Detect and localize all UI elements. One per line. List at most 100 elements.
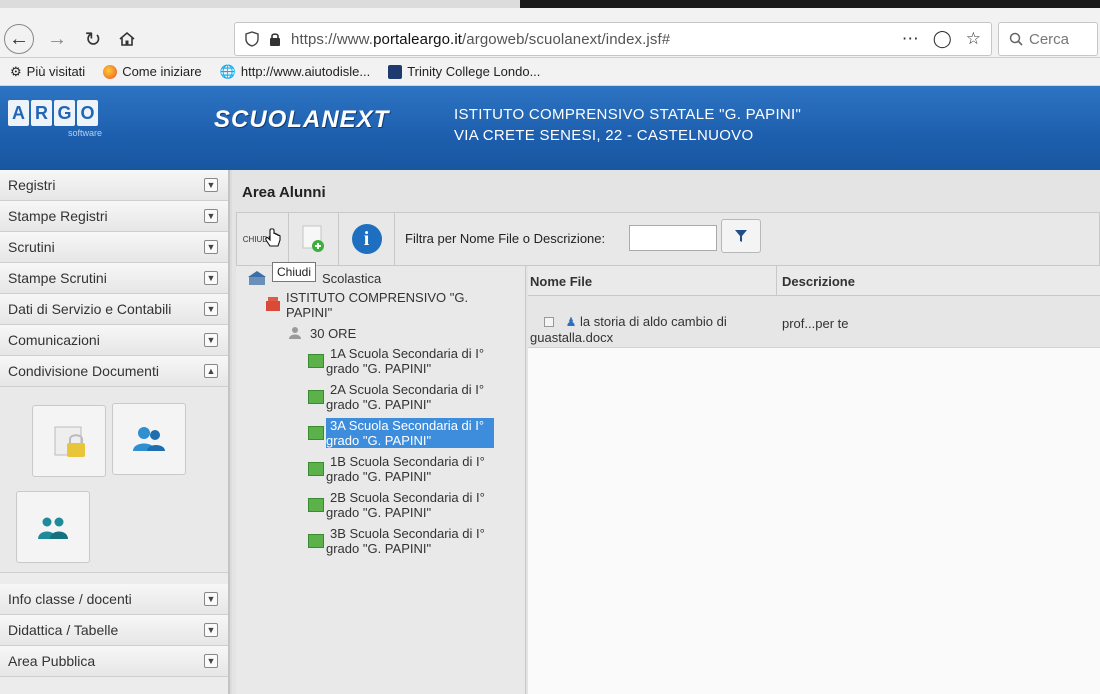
class-icon <box>308 498 324 512</box>
collapse-icon[interactable]: ▲ <box>204 364 218 378</box>
tree-root[interactable]: Scolastica <box>322 271 381 286</box>
home-icon <box>119 31 135 46</box>
user-icon: ♟ <box>565 315 577 329</box>
tree-class-2b[interactable]: 2B Scuola Secondaria di I° grado "G. PAP… <box>326 490 506 520</box>
bookmarks-bar: ⚙ Più visitati Come iniziare 🌐 http://ww… <box>0 58 1100 86</box>
home-button[interactable] <box>112 24 142 54</box>
lock-icon <box>270 33 280 46</box>
expand-icon[interactable]: ▼ <box>204 654 218 668</box>
filter-input[interactable] <box>629 225 717 251</box>
sidebar-item-registri[interactable]: Registri ▼ <box>0 170 228 201</box>
globe-icon: 🌐 <box>219 63 236 79</box>
school-name: ISTITUTO COMPRENSIVO STATALE "G. PAPINI" <box>454 106 802 123</box>
institute-icon <box>266 297 280 311</box>
sidebar: Registri ▼ Stampe Registri ▼ Scrutini ▼ Sta… <box>0 170 230 694</box>
tooltip: Chiudi <box>272 262 317 282</box>
sidebar-item-didattica[interactable]: Didattica / Tabelle ▼ <box>0 615 228 646</box>
bookmark-getting-started[interactable]: Come iniziare <box>103 64 202 79</box>
class-icon <box>308 426 324 440</box>
bookmark-trinity[interactable]: Trinity College Londo... <box>388 64 540 79</box>
search-icon <box>1009 32 1023 46</box>
sidebar-item-area-pubblica[interactable]: Area Pubblica ▼ <box>0 646 228 677</box>
add-button[interactable] <box>289 213 339 265</box>
expand-icon[interactable]: ▼ <box>204 623 218 637</box>
expand-icon[interactable]: ▼ <box>204 271 218 285</box>
tree-class-2a[interactable]: 2A Scuola Secondaria di I° grado "G. PAP… <box>326 382 506 412</box>
search-box[interactable]: Cerca <box>998 22 1098 56</box>
tree-class-1b[interactable]: 1B Scuola Secondaria di I° grado "G. PAP… <box>326 454 506 484</box>
tile-locked-documents[interactable] <box>32 405 106 477</box>
shield-icon <box>245 31 259 47</box>
sidebar-item-stampe-scrutini[interactable]: Stampe Scrutini ▼ <box>0 263 228 294</box>
locked-folder-icon <box>54 426 85 457</box>
file-description: prof...per te <box>782 316 849 331</box>
pocket-icon[interactable]: ◯ <box>933 29 952 49</box>
class-icon <box>308 390 324 404</box>
school-icon <box>248 271 266 285</box>
main-panel: Area Alunni CHIUDI i Filtra per Nome Fil… <box>232 170 1100 694</box>
trinity-icon <box>388 64 403 79</box>
sidebar-item-scrutini[interactable]: Scrutini ▼ <box>0 232 228 263</box>
expand-icon[interactable]: ▼ <box>204 302 218 316</box>
url-text: https://www.portaleargo.it/argoweb/scuol… <box>291 30 671 48</box>
group-icon <box>38 517 68 539</box>
tree-class-1a[interactable]: 1A Scuola Secondaria di I° grado "G. PAP… <box>326 346 506 376</box>
bookmark-most-visited[interactable]: ⚙ Più visitati <box>10 64 85 80</box>
expand-icon[interactable]: ▼ <box>204 240 218 254</box>
expand-icon[interactable]: ▼ <box>204 333 218 347</box>
forward-button[interactable]: → <box>42 24 72 54</box>
file-name: ♟ la storia di aldo cambio di guastalla.… <box>530 314 727 345</box>
file-list: Nome File Descrizione ♟ la storia di ald… <box>528 266 1100 694</box>
sidebar-item-stampe-registri[interactable]: Stampe Registri ▼ <box>0 201 228 232</box>
app-header: A R G O software SCUOLANEXT ISTITUTO COM… <box>0 86 1100 170</box>
expand-icon[interactable]: ▼ <box>204 209 218 223</box>
filter-button[interactable] <box>721 219 761 253</box>
expand-icon[interactable]: ▼ <box>204 178 218 192</box>
bookmark-aiutodisle[interactable]: 🌐 http://www.aiutodisle... <box>220 64 371 80</box>
table-row[interactable]: ♟ la storia di aldo cambio di guastalla.… <box>528 296 1100 348</box>
argo-logo[interactable]: A R G O software <box>8 100 104 146</box>
tree-class-3a[interactable]: 3A Scuola Secondaria di I° grado "G. PAP… <box>326 418 494 448</box>
class-icon <box>308 534 324 548</box>
folder-tree: Scolastica ISTITUTO COMPRENSIVO "G. PAPI… <box>236 266 526 694</box>
sidebar-item-dati-servizio[interactable]: Dati di Servizio e Contabili ▼ <box>0 294 228 325</box>
row-checkbox-icon[interactable] <box>544 317 554 327</box>
toolbar: CHIUDI i Filtra per Nome File o Descrizi… <box>236 212 1100 266</box>
users-icon <box>133 427 165 451</box>
browser-toolbar: ← → ↻ https://www.portaleargo.it/argoweb… <box>0 8 1100 58</box>
close-button[interactable]: CHIUDI <box>237 213 289 265</box>
page-title: Area Alunni <box>242 184 326 201</box>
expand-icon[interactable]: ▼ <box>204 592 218 606</box>
bookmark-star-icon[interactable]: ☆ <box>966 29 981 49</box>
sidebar-item-comunicazioni[interactable]: Comunicazioni ▼ <box>0 325 228 356</box>
product-name: SCUOLANEXT <box>214 106 390 133</box>
school-info: ISTITUTO COMPRENSIVO STATALE "G. PAPINI"… <box>454 104 801 146</box>
sidebar-item-info-classe[interactable]: Info classe / docenti ▼ <box>0 584 228 615</box>
tree-group[interactable]: 30 ORE <box>310 326 356 341</box>
class-icon <box>308 354 324 368</box>
more-actions-icon[interactable]: ⋯ <box>902 29 919 49</box>
tile-user-documents[interactable] <box>112 403 186 475</box>
hand-cursor-icon <box>265 228 281 247</box>
tile-group-documents[interactable] <box>16 491 90 563</box>
info-button[interactable]: i <box>339 213 395 265</box>
filter-icon <box>735 230 747 242</box>
gear-icon: ⚙ <box>10 63 22 79</box>
class-icon <box>308 462 324 476</box>
address-bar[interactable]: https://www.portaleargo.it/argoweb/scuol… <box>234 22 992 56</box>
info-icon: i <box>351 224 382 254</box>
file-list-header: Nome File Descrizione <box>528 266 1100 296</box>
school-address: VIA CRETE SENESI, 22 - CASTELNUOVO <box>454 127 754 144</box>
group-node-icon <box>289 327 301 339</box>
sidebar-item-condivisione[interactable]: Condivisione Documenti ▲ <box>0 356 228 387</box>
column-header-name[interactable]: Nome File <box>530 274 592 289</box>
search-placeholder: Cerca <box>1029 30 1070 48</box>
column-header-description[interactable]: Descrizione <box>782 274 855 289</box>
add-icon <box>302 225 324 252</box>
tree-class-3b[interactable]: 3B Scuola Secondaria di I° grado "G. PAP… <box>326 526 506 556</box>
column-divider[interactable] <box>776 266 777 296</box>
filter-label: Filtra per Nome File o Descrizione: <box>405 231 606 246</box>
tree-institute[interactable]: ISTITUTO COMPRENSIVO "G. PAPINI" <box>286 290 486 320</box>
reload-button[interactable]: ↻ <box>78 24 108 54</box>
back-button[interactable]: ← <box>4 24 34 54</box>
